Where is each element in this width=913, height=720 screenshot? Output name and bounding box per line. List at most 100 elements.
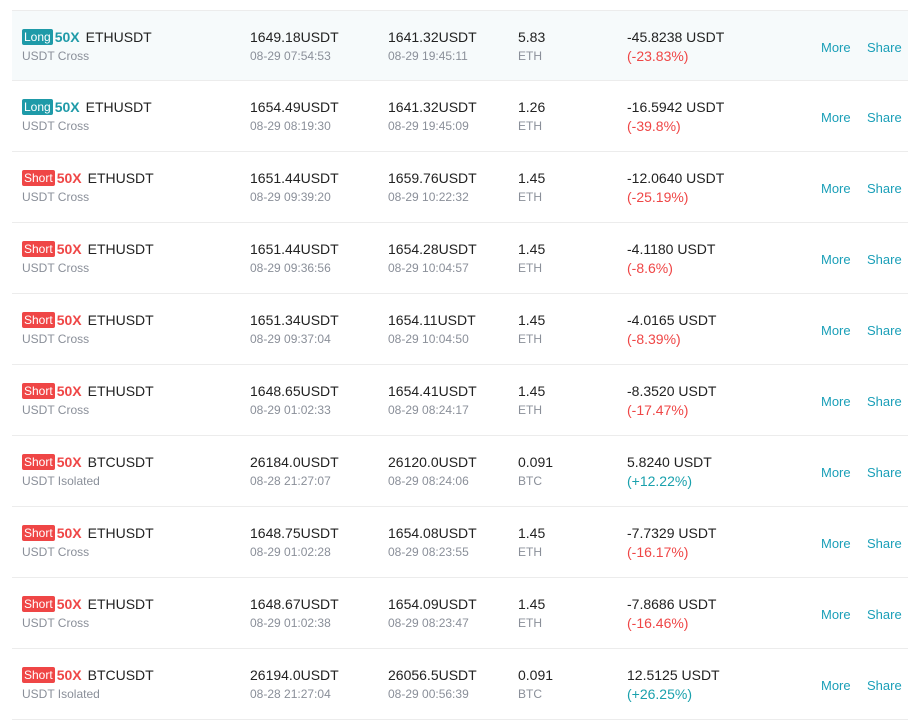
entry-price: 26194.0USDT (250, 667, 339, 683)
size-unit: ETH (518, 190, 542, 204)
pair-label: ETHUSDT (87, 170, 154, 186)
leverage-label: 50X (56, 596, 82, 612)
close-price: 1654.09USDT (388, 596, 477, 612)
entry-price: 26184.0USDT (250, 454, 339, 470)
pnl-percent: (-25.19%) (627, 189, 689, 205)
close-price: 1654.11USDT (388, 312, 476, 328)
leverage-label: 50X (56, 241, 82, 257)
entry-time: 08-29 01:02:28 (250, 545, 331, 559)
table-row: Short 50X ETHUSDT USDT Cross 1648.75USDT 0… (12, 507, 908, 578)
pnl-amount: -7.8686 USDT (627, 596, 717, 612)
leverage-label: 50X (56, 312, 82, 328)
pnl-amount: -7.7329 USDT (627, 525, 717, 541)
more-button[interactable]: More (821, 110, 851, 125)
more-button[interactable]: More (821, 181, 851, 196)
table-row: Short 50X BTCUSDT USDT Isolated 26194.0USD… (12, 649, 908, 720)
more-button[interactable]: More (821, 323, 851, 338)
margin-mode-label: USDT Cross (22, 332, 90, 346)
more-button[interactable]: More (821, 536, 851, 551)
close-price: 26056.5USDT (388, 667, 477, 683)
size-unit: ETH (518, 332, 542, 346)
close-time: 08-29 10:04:50 (388, 332, 469, 346)
close-time: 08-29 19:45:09 (388, 119, 469, 133)
share-button[interactable]: Share (867, 465, 902, 480)
size-unit: ETH (518, 49, 542, 63)
side-badge: Short (22, 454, 55, 470)
position-size: 1.45 (518, 525, 546, 541)
position-size: 1.45 (518, 596, 546, 612)
more-button[interactable]: More (821, 678, 851, 693)
margin-mode-label: USDT Cross (22, 545, 90, 559)
entry-price: 1654.49USDT (250, 99, 339, 115)
share-button[interactable]: Share (867, 181, 902, 196)
margin-mode-label: USDT Cross (22, 119, 90, 133)
pair-label: ETHUSDT (87, 596, 154, 612)
margin-mode-label: USDT Isolated (22, 474, 100, 488)
close-time: 08-29 00:56:39 (388, 687, 469, 701)
share-button[interactable]: Share (867, 252, 902, 267)
table-row: Short 50X ETHUSDT USDT Cross 1648.67USDT 0… (12, 578, 908, 649)
pnl-percent: (+12.22%) (627, 473, 692, 489)
pnl-amount: 5.8240 USDT (627, 454, 712, 470)
entry-time: 08-28 21:27:04 (250, 687, 331, 701)
position-size: 0.091 (518, 667, 554, 683)
pair-label: ETHUSDT (87, 312, 154, 328)
close-time: 08-29 08:24:06 (388, 474, 469, 488)
share-button[interactable]: Share (867, 678, 902, 693)
close-time: 08-29 08:24:17 (388, 403, 469, 417)
share-button[interactable]: Share (867, 607, 902, 622)
pnl-percent: (-16.46%) (627, 615, 689, 631)
share-button[interactable]: Share (867, 110, 902, 125)
pair-label: ETHUSDT (87, 241, 154, 257)
leverage-label: 50X (54, 99, 80, 115)
more-button[interactable]: More (821, 607, 851, 622)
position-size: 1.26 (518, 99, 546, 115)
close-time: 08-29 19:45:11 (388, 49, 468, 63)
leverage-label: 50X (56, 383, 82, 399)
pnl-amount: -45.8238 USDT (627, 29, 725, 45)
pair-label: BTCUSDT (87, 667, 154, 683)
entry-time: 08-29 07:54:53 (250, 49, 331, 63)
share-button[interactable]: Share (867, 40, 902, 55)
size-unit: BTC (518, 687, 542, 701)
pnl-percent: (-39.8%) (627, 118, 681, 134)
side-badge: Short (22, 525, 55, 541)
pnl-amount: -12.0640 USDT (627, 170, 725, 186)
table-row: Long 50X ETHUSDT USDT Cross 1654.49USDT 08… (12, 81, 908, 152)
size-unit: ETH (518, 261, 542, 275)
pnl-percent: (-23.83%) (627, 48, 689, 64)
table-row: Short 50X ETHUSDT USDT Cross 1651.34USDT 0… (12, 294, 908, 365)
size-unit: ETH (518, 119, 542, 133)
close-price: 26120.0USDT (388, 454, 477, 470)
side-badge: Short (22, 170, 55, 186)
side-badge: Long (22, 99, 53, 115)
entry-price: 1651.44USDT (250, 241, 339, 257)
position-size: 1.45 (518, 170, 546, 186)
pair-label: ETHUSDT (85, 29, 152, 45)
entry-time: 08-29 01:02:38 (250, 616, 331, 630)
entry-time: 08-29 09:36:56 (250, 261, 331, 275)
pair-label: ETHUSDT (85, 99, 152, 115)
position-size: 5.83 (518, 29, 546, 45)
margin-mode-label: USDT Cross (22, 261, 90, 275)
more-button[interactable]: More (821, 465, 851, 480)
close-time: 08-29 08:23:47 (388, 616, 469, 630)
entry-time: 08-29 08:19:30 (250, 119, 331, 133)
entry-price: 1651.44USDT (250, 170, 339, 186)
table-row: Long 50X ETHUSDT USDT Cross 1649.18USDT 08… (12, 10, 908, 81)
close-price: 1659.76USDT (388, 170, 477, 186)
entry-time: 08-29 09:39:20 (250, 190, 331, 204)
share-button[interactable]: Share (867, 394, 902, 409)
share-button[interactable]: Share (867, 536, 902, 551)
close-time: 08-29 10:04:57 (388, 261, 469, 275)
more-button[interactable]: More (821, 252, 851, 267)
side-badge: Short (22, 383, 55, 399)
pnl-percent: (+26.25%) (627, 686, 692, 702)
size-unit: ETH (518, 403, 542, 417)
more-button[interactable]: More (821, 40, 851, 55)
more-button[interactable]: More (821, 394, 851, 409)
share-button[interactable]: Share (867, 323, 902, 338)
close-price: 1654.08USDT (388, 525, 477, 541)
leverage-label: 50X (56, 667, 82, 683)
close-time: 08-29 10:22:32 (388, 190, 469, 204)
